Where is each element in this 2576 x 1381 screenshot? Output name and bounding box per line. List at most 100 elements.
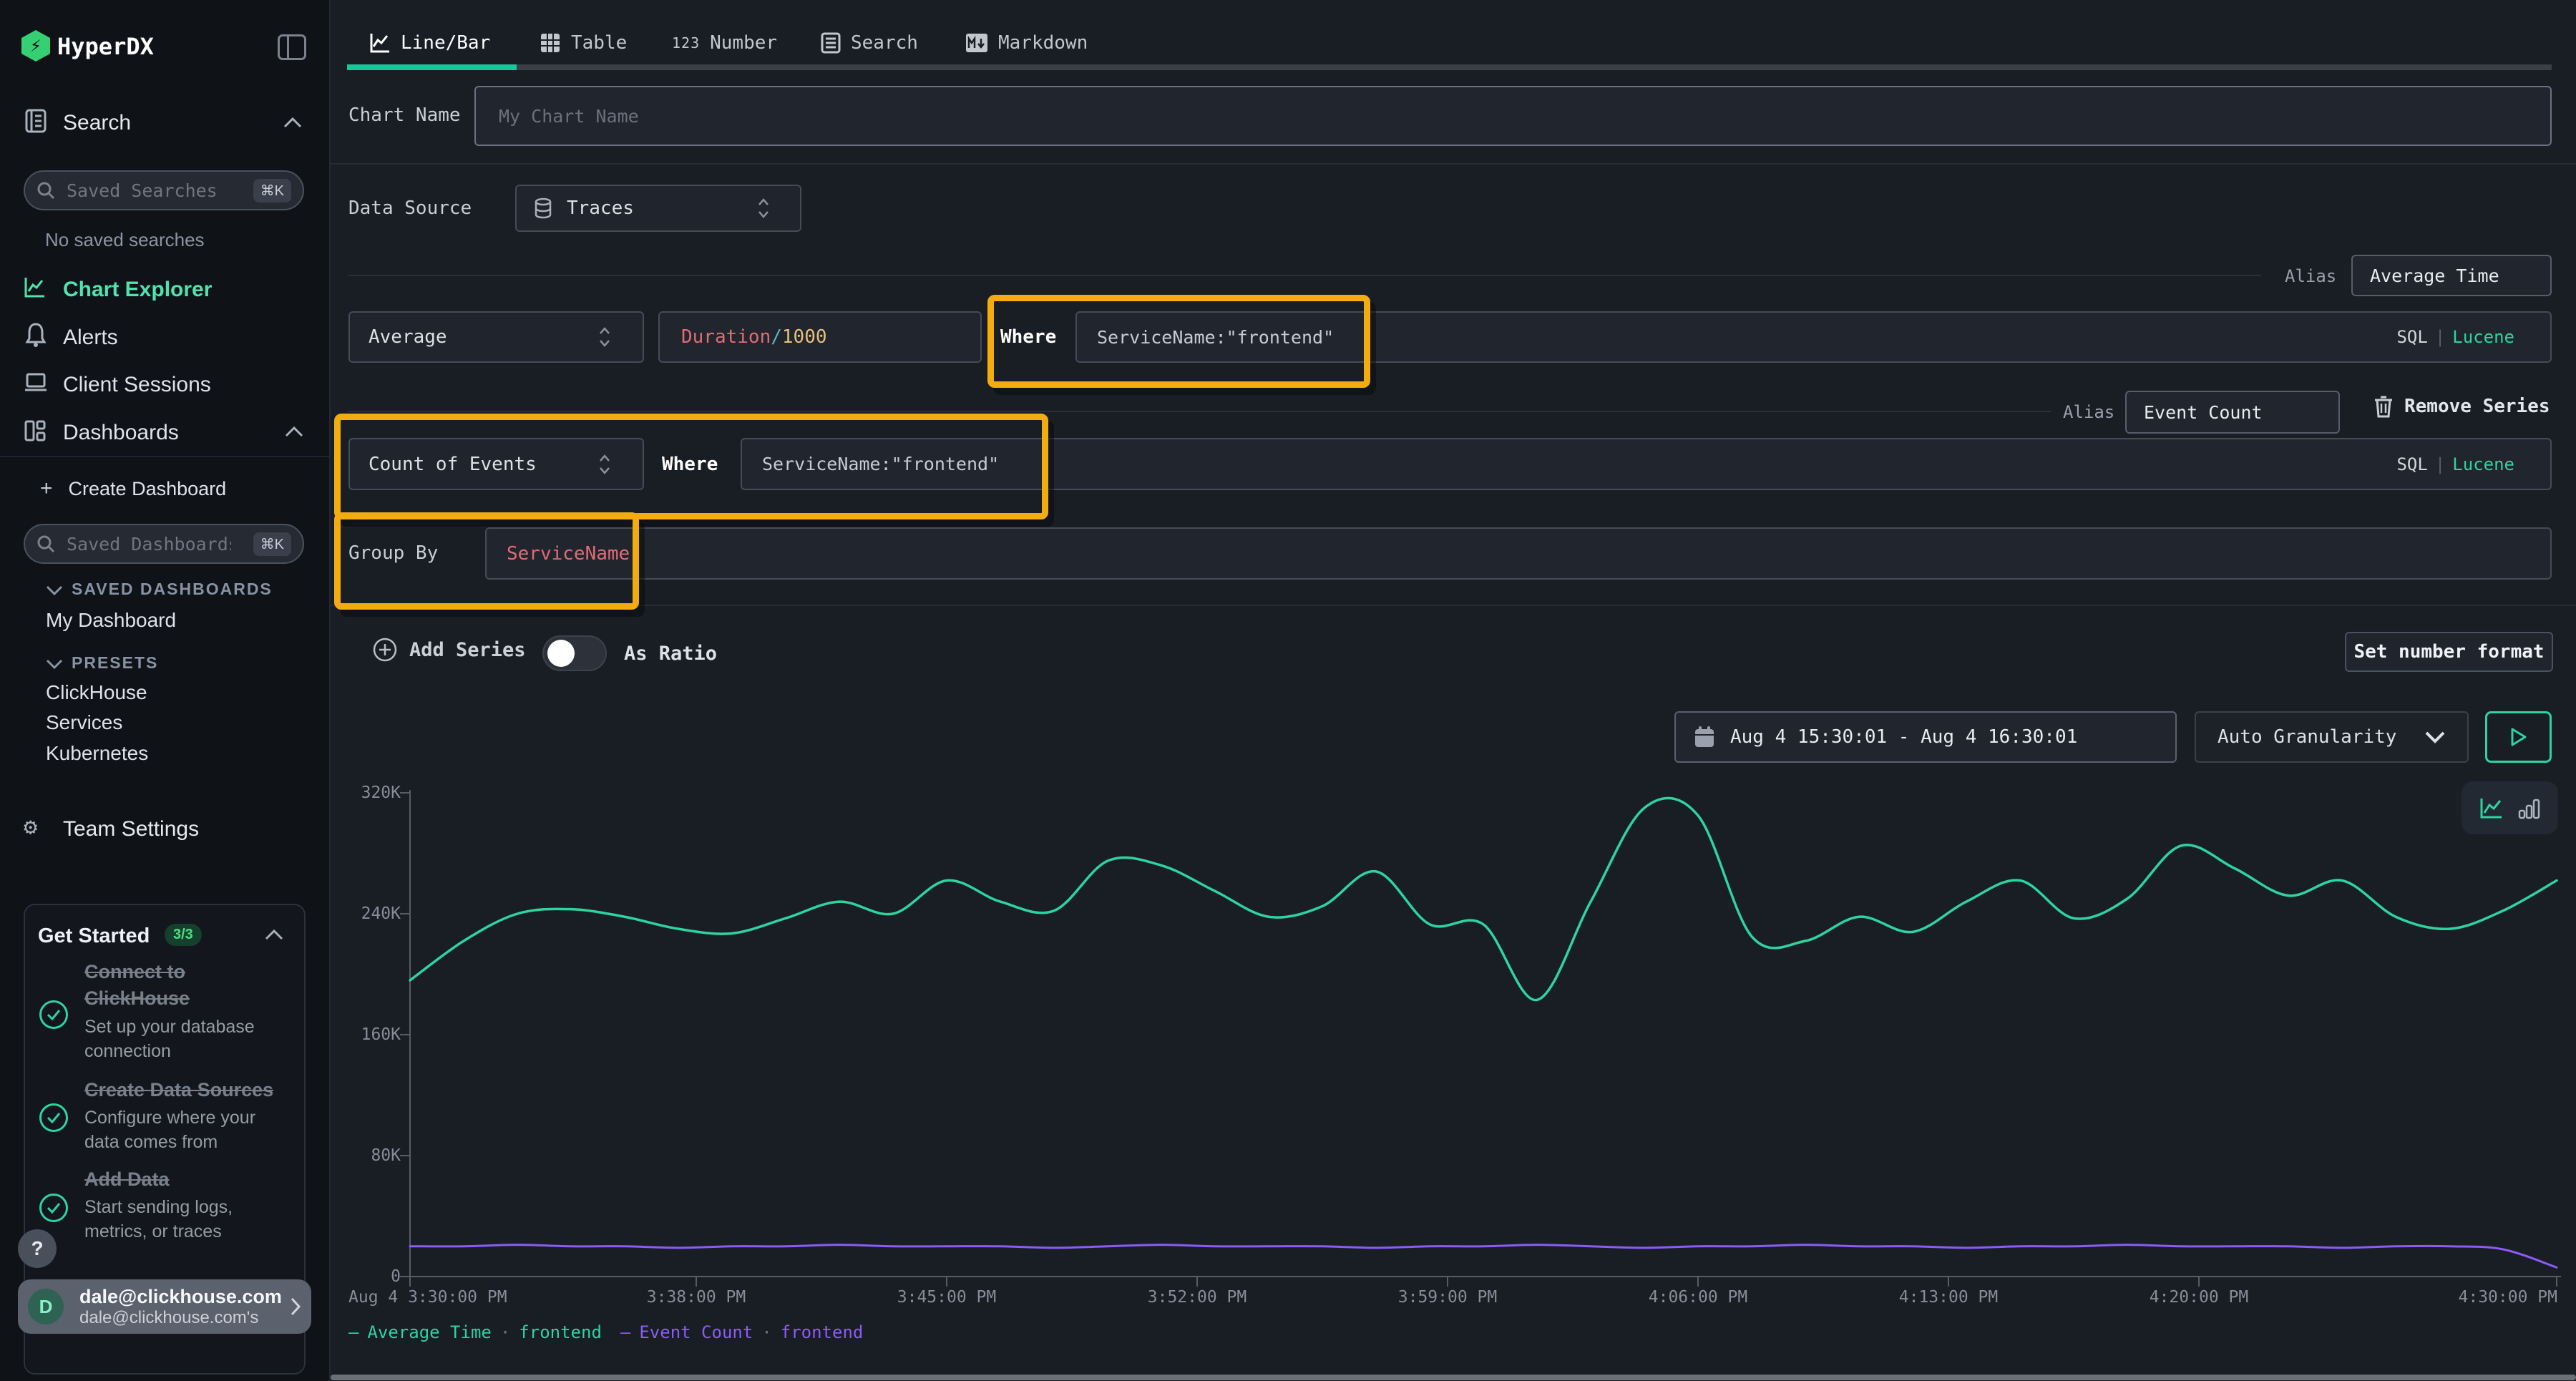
- y-axis-tick-label: 0: [336, 1267, 401, 1286]
- sidebar-item-team-settings[interactable]: Team Settings: [63, 817, 199, 841]
- legend-item-event-count[interactable]: — Event Count · frontend: [620, 1322, 863, 1342]
- time-range-picker[interactable]: Aug 4 15:30:01 - Aug 4 16:30:01: [1674, 711, 2177, 763]
- sidebar-item-kubernetes[interactable]: Kubernetes: [46, 742, 148, 765]
- select-updown-icon: [598, 326, 611, 348]
- no-saved-searches-text: No saved searches: [45, 229, 205, 251]
- search-icon: [36, 535, 55, 553]
- where-label: Where: [1000, 326, 1056, 348]
- chart-explorer-icon: [24, 275, 47, 298]
- series-1-aggregation-select[interactable]: Average: [348, 311, 644, 363]
- tab-search[interactable]: Search: [821, 29, 918, 57]
- set-number-format-button[interactable]: Set number format: [2345, 632, 2553, 672]
- granularity-select[interactable]: Auto Granularity: [2195, 711, 2469, 763]
- data-source-select[interactable]: Traces: [515, 185, 801, 232]
- sql-toggle[interactable]: SQL: [2396, 327, 2427, 347]
- get-started-title: Get Started: [38, 924, 150, 948]
- select-updown-icon: [598, 454, 611, 475]
- help-button[interactable]: ?: [18, 1229, 57, 1268]
- get-started-step-subtitle: Start sending logs,metrics, or traces: [84, 1195, 233, 1244]
- y-axis-tick-label: 80K: [336, 1146, 401, 1165]
- legend-dash-icon: —: [620, 1322, 630, 1342]
- group-by-field[interactable]: ServiceName: [485, 527, 2552, 580]
- series-1-alias-input[interactable]: [2368, 265, 2534, 287]
- dashboards-icon: [24, 419, 47, 442]
- tab-line-bar[interactable]: Line/Bar: [369, 29, 490, 57]
- section-presets[interactable]: PRESETS: [72, 653, 158, 673]
- lucene-toggle[interactable]: Lucene: [2452, 454, 2514, 474]
- sidebar: ⚡ HyperDX Search ⌘K No saved searches Ch…: [0, 0, 331, 1381]
- shortcut-badge: ⌘K: [253, 532, 291, 556]
- sidebar-item-my-dashboard[interactable]: My Dashboard: [46, 609, 176, 632]
- tab-number[interactable]: 123 Number: [672, 29, 777, 57]
- table-icon: [540, 32, 561, 54]
- tab-indicator-track: [517, 64, 2552, 70]
- sidebar-item-search[interactable]: Search: [63, 111, 131, 135]
- horizontal-scrollbar[interactable]: [331, 1375, 2576, 1380]
- group-by-value[interactable]: ServiceName: [507, 543, 630, 565]
- x-axis-tick-label: 4:06:00 PM: [1649, 1288, 1747, 1307]
- add-series-button[interactable]: Add Series: [372, 637, 526, 663]
- sidebar-item-services[interactable]: Services: [46, 711, 122, 734]
- active-tab-indicator: [347, 64, 517, 70]
- y-axis-tick-label: 240K: [336, 904, 401, 923]
- series-2-where-query[interactable]: ServiceName:"frontend": [762, 454, 999, 474]
- create-dashboard-button[interactable]: + Create Dashboard: [40, 477, 226, 501]
- chevron-right-icon: [290, 1297, 301, 1316]
- divider: [329, 163, 2576, 165]
- chevron-down-icon[interactable]: [46, 659, 63, 669]
- x-axis-tick-label: 3:38:00 PM: [647, 1288, 746, 1307]
- x-axis-tick-label: 4:20:00 PM: [2150, 1288, 2248, 1307]
- series-1-where-query[interactable]: ServiceName:"frontend": [1097, 327, 1334, 348]
- series-2-alias-field[interactable]: [2125, 391, 2340, 434]
- chevron-down-icon: [2424, 731, 2446, 743]
- legend-item-average-time[interactable]: — Average Time · frontend: [348, 1322, 602, 1342]
- run-query-button[interactable]: [2485, 711, 2552, 763]
- as-ratio-toggle[interactable]: [542, 635, 607, 671]
- series-1-where-field[interactable]: ServiceName:"frontend" SQL|Lucene: [1075, 311, 2552, 363]
- search-icon: [36, 181, 55, 200]
- tab-markdown[interactable]: Markdown: [965, 29, 1088, 57]
- query-language-toggle: SQL|Lucene: [2396, 454, 2514, 474]
- series-2-aggregation-select[interactable]: Count of Events: [348, 438, 644, 490]
- play-icon: [2510, 727, 2527, 747]
- saved-dashboards-input-wrap: ⌘K: [24, 524, 304, 564]
- saved-searches-input[interactable]: [65, 180, 233, 202]
- data-source-label: Data Source: [348, 197, 472, 219]
- get-started-step-subtitle: Set up your databaseconnection: [84, 1015, 255, 1063]
- app-title: HyperDX: [57, 33, 154, 60]
- where-label: Where: [662, 454, 718, 475]
- alerts-bell-icon: [25, 322, 47, 348]
- user-menu[interactable]: D dale@clickhouse.com dale@clickhouse.co…: [18, 1279, 311, 1334]
- series-2-alias-input[interactable]: [2142, 401, 2323, 424]
- user-team: dale@clickhouse.com's: [79, 1308, 282, 1328]
- lucene-toggle[interactable]: Lucene: [2452, 327, 2514, 347]
- sidebar-item-client-sessions[interactable]: Client Sessions: [63, 373, 211, 397]
- collapse-sidebar-icon[interactable]: [278, 34, 306, 60]
- sidebar-item-chart-explorer[interactable]: Chart Explorer: [63, 278, 212, 302]
- y-axis-tick-label: 320K: [336, 784, 401, 802]
- series-1-alias-field[interactable]: [2351, 255, 2552, 296]
- sidebar-divider: [0, 456, 329, 457]
- saved-dashboards-input[interactable]: [65, 533, 233, 555]
- trash-icon: [2374, 395, 2393, 418]
- chevron-up-icon[interactable]: [265, 929, 283, 940]
- series-divider: [348, 411, 2051, 412]
- series-1-field-expression[interactable]: Duration/1000: [658, 311, 982, 363]
- sql-toggle[interactable]: SQL: [2396, 454, 2427, 474]
- app-root: ⚡ HyperDX Search ⌘K No saved searches Ch…: [0, 0, 2576, 1381]
- series-2-where-field[interactable]: ServiceName:"frontend" SQL|Lucene: [741, 438, 2552, 490]
- chart-name-input[interactable]: [497, 105, 2529, 127]
- chevron-up-icon[interactable]: [283, 117, 302, 128]
- chart-name-field[interactable]: [474, 86, 2552, 146]
- remove-series-button[interactable]: Remove Series: [2374, 395, 2550, 418]
- section-saved-dashboards[interactable]: SAVED DASHBOARDS: [72, 580, 273, 599]
- chevron-down-icon[interactable]: [46, 585, 63, 595]
- chevron-up-icon[interactable]: [285, 426, 303, 437]
- timeseries-chart[interactable]: [396, 787, 2564, 1288]
- number-123-icon: 123: [672, 34, 700, 52]
- sidebar-item-dashboards[interactable]: Dashboards: [63, 421, 179, 445]
- tab-table[interactable]: Table: [540, 29, 627, 57]
- sidebar-item-alerts[interactable]: Alerts: [63, 326, 118, 350]
- sidebar-item-clickhouse[interactable]: ClickHouse: [46, 681, 147, 704]
- get-started-step-title: Connect toClickHouse: [84, 959, 190, 1012]
